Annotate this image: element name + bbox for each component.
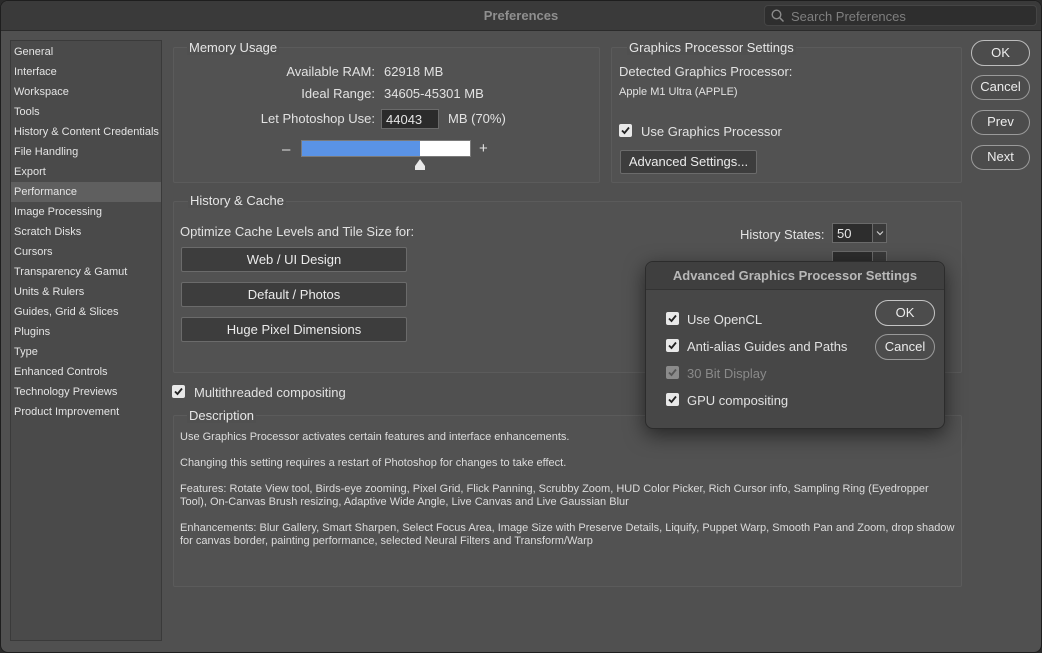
sidebar-item-type[interactable]: Type (11, 342, 161, 362)
use-opencl-label: Use OpenCL (687, 312, 763, 327)
memory-usage-title: Memory Usage (187, 40, 280, 55)
description-paragraph: Features: Rotate View tool, Birds-eye zo… (180, 483, 929, 508)
detected-gpu-value: Apple M1 Ultra (APPLE) (619, 86, 738, 98)
search-input[interactable] (791, 7, 1031, 25)
default-photos-button[interactable]: Default / Photos (181, 282, 407, 307)
let-photoshop-use-label: Let Photoshop Use: (260, 111, 375, 126)
ideal-range-label: Ideal Range: (301, 86, 375, 101)
decrease-memory-button[interactable]: – (282, 141, 290, 158)
history-states-label: History States: (740, 227, 825, 242)
cancel-button[interactable]: Cancel (971, 75, 1030, 100)
sidebar-item-file-handling[interactable]: File Handling (11, 142, 161, 162)
memory-slider-thumb[interactable] (415, 159, 425, 170)
sidebar-item-workspace[interactable]: Workspace (11, 82, 161, 102)
30-bit-display-label: 30 Bit Display (687, 366, 767, 381)
description-paragraph: Changing this setting requires a restart… (180, 457, 567, 469)
use-opencl-checkbox[interactable] (666, 312, 679, 325)
sidebar-item-product-improvement[interactable]: Product Improvement (11, 402, 161, 422)
multithreaded-compositing-checkbox[interactable] (172, 385, 185, 398)
use-gpu-checkbox[interactable] (619, 124, 632, 137)
advanced-settings-button[interactable]: Advanced Settings... (620, 150, 757, 174)
gpu-compositing-label: GPU compositing (687, 393, 789, 408)
antialias-guides-label: Anti-alias Guides and Paths (687, 339, 848, 354)
sidebar-item-enhanced-controls[interactable]: Enhanced Controls (11, 362, 161, 382)
sidebar-item-technology-previews[interactable]: Technology Previews (11, 382, 161, 402)
popup-cancel-button[interactable]: Cancel (875, 334, 935, 360)
gpu-compositing-checkbox[interactable] (666, 393, 679, 406)
detected-gpu-label: Detected Graphics Processor: (619, 64, 793, 79)
sidebar-item-cursors[interactable]: Cursors (11, 242, 161, 262)
increase-memory-button[interactable]: + (479, 140, 488, 157)
sidebar-item-image-processing[interactable]: Image Processing (11, 202, 161, 222)
prev-button[interactable]: Prev (971, 110, 1030, 135)
sidebar: General Interface Workspace Tools Histor… (10, 40, 162, 641)
sidebar-item-general[interactable]: General (11, 42, 161, 62)
sidebar-item-performance[interactable]: Performance (11, 182, 161, 202)
use-gpu-label: Use Graphics Processor (641, 124, 782, 139)
description-paragraph: Enhancements: Blur Gallery, Smart Sharpe… (180, 522, 955, 547)
popup-ok-button[interactable]: OK (875, 300, 935, 326)
sidebar-item-tools[interactable]: Tools (11, 102, 161, 122)
ideal-range-value: 34605-45301 MB (384, 86, 484, 101)
sidebar-item-units-rulers[interactable]: Units & Rulers (11, 282, 161, 302)
history-states-select[interactable]: 50 (832, 223, 887, 243)
memory-slider-fill (302, 141, 420, 156)
checkmark-icon (668, 368, 677, 377)
optimize-cache-label: Optimize Cache Levels and Tile Size for: (180, 224, 415, 239)
sidebar-item-transparency-gamut[interactable]: Transparency & Gamut (11, 262, 161, 282)
30-bit-display-checkbox (666, 366, 679, 379)
checkmark-icon (621, 126, 630, 135)
checkmark-icon (668, 341, 677, 350)
preferences-window: Preferences General Interface Workspace … (0, 0, 1042, 653)
history-states-value: 50 (837, 226, 852, 241)
checkmark-icon (668, 314, 677, 323)
sidebar-item-export[interactable]: Export (11, 162, 161, 182)
next-button[interactable]: Next (971, 145, 1030, 170)
ok-button[interactable]: OK (971, 40, 1030, 66)
web-ui-design-button[interactable]: Web / UI Design (181, 247, 407, 272)
checkmark-icon (668, 395, 677, 404)
advanced-gpu-settings-dialog: Advanced Graphics Processor Settings Use… (645, 261, 945, 429)
search-box[interactable] (764, 5, 1037, 26)
available-ram-value: 62918 MB (384, 64, 444, 79)
available-ram-label: Available RAM: (286, 64, 375, 79)
memory-use-input[interactable] (381, 109, 439, 129)
gpu-settings-title: Graphics Processor Settings (627, 40, 796, 55)
search-icon (771, 9, 785, 23)
memory-use-suffix: MB (70%) (448, 111, 506, 126)
antialias-guides-checkbox[interactable] (666, 339, 679, 352)
sidebar-item-interface[interactable]: Interface (11, 62, 161, 82)
advanced-gpu-settings-title: Advanced Graphics Processor Settings (646, 262, 944, 290)
memory-slider[interactable] (301, 140, 471, 157)
sidebar-item-plugins[interactable]: Plugins (11, 322, 161, 342)
chevron-down-icon (872, 224, 886, 242)
description-title: Description (187, 408, 257, 423)
description-paragraph: Use Graphics Processor activates certain… (180, 431, 570, 443)
huge-pixel-dimensions-button[interactable]: Huge Pixel Dimensions (181, 317, 407, 342)
history-cache-title: History & Cache (188, 193, 286, 208)
title-bar: Preferences (1, 1, 1041, 31)
multithreaded-compositing-label: Multithreaded compositing (194, 385, 346, 400)
checkmark-icon (174, 387, 183, 396)
sidebar-item-scratch-disks[interactable]: Scratch Disks (11, 222, 161, 242)
sidebar-item-guides-grid-slices[interactable]: Guides, Grid & Slices (11, 302, 161, 322)
sidebar-item-history-content-credentials[interactable]: History & Content Credentials (11, 122, 161, 142)
